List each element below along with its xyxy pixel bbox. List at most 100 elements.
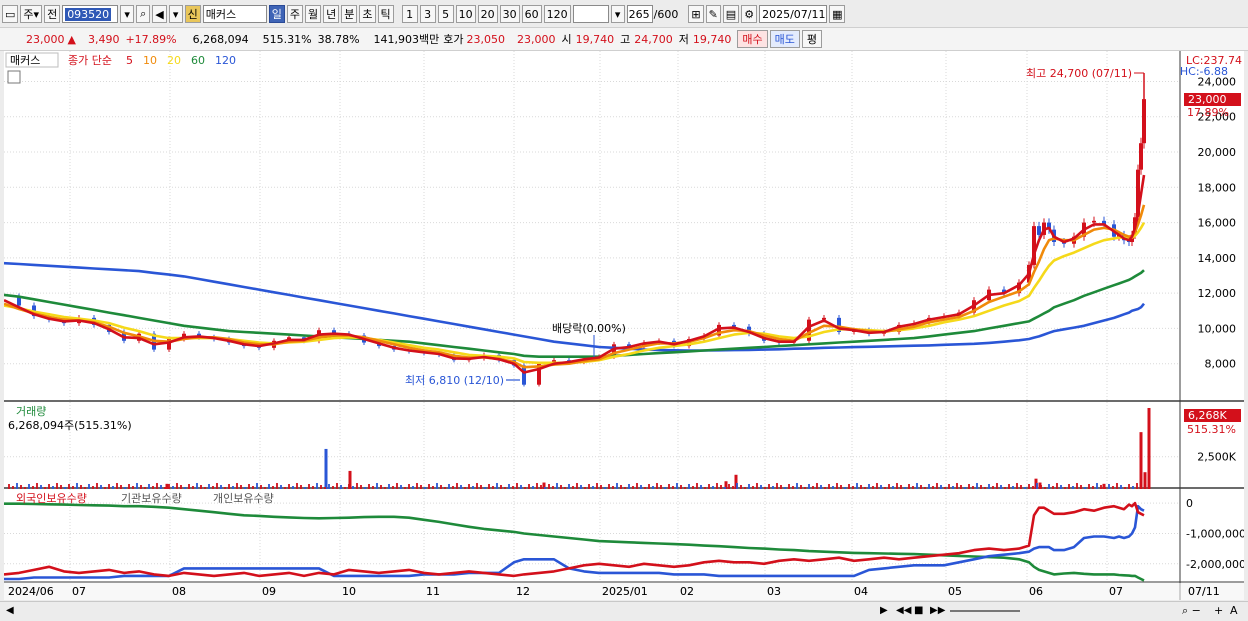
volume-bar-small bbox=[440, 485, 442, 489]
volume-bar-small bbox=[84, 487, 86, 489]
interval-60[interactable]: 60 bbox=[521, 5, 542, 23]
volume-bar bbox=[1147, 407, 1151, 489]
volume-bar-small bbox=[116, 483, 118, 489]
quote-bar: 23,000 ▲ 3,490 +17.89% 6,268,094 515.31%… bbox=[0, 27, 1248, 51]
volume-bar-small bbox=[480, 485, 482, 489]
volume-bar-small bbox=[100, 485, 102, 489]
chevron-down-icon[interactable]: ▾ bbox=[168, 5, 183, 23]
interval-20[interactable]: 20 bbox=[477, 5, 498, 23]
zoom-out-icon[interactable]: ⌕ − bbox=[1182, 604, 1201, 618]
volume-bar-small bbox=[732, 486, 734, 489]
date-input[interactable]: 2025/07/11 bbox=[759, 5, 828, 23]
period-month[interactable]: 월 bbox=[305, 5, 322, 23]
volume-bar-small bbox=[700, 485, 702, 489]
interval-10[interactable]: 10 bbox=[455, 5, 476, 23]
volume-bar-small bbox=[272, 486, 274, 489]
volume-bar-small bbox=[384, 487, 386, 489]
volume-bar-small bbox=[448, 484, 450, 489]
interval-120[interactable]: 120 bbox=[543, 5, 571, 23]
new-badge: 신 bbox=[184, 5, 201, 23]
flat-button[interactable]: 평 bbox=[801, 30, 823, 48]
draw-tool-icon[interactable]: ✎ bbox=[705, 5, 721, 23]
interval-30[interactable]: 30 bbox=[499, 5, 520, 23]
x-tick-label: 11 bbox=[426, 585, 440, 598]
volume-bar-small bbox=[380, 485, 382, 489]
scroll-right-icon[interactable]: ▶ bbox=[880, 605, 888, 616]
mode-select[interactable]: 주 ▾ bbox=[20, 5, 43, 23]
volume-bar-small bbox=[1020, 485, 1022, 489]
open: 19,740 bbox=[575, 32, 615, 46]
x-tick-label: 2025/01 bbox=[602, 585, 648, 598]
buy-button[interactable]: 매수 bbox=[737, 30, 768, 48]
volume-bar-small bbox=[808, 484, 810, 489]
candle-settings-icon[interactable]: ⊞ bbox=[688, 5, 704, 23]
volume-bar-small bbox=[864, 487, 866, 489]
interval-3[interactable]: 3 bbox=[419, 5, 436, 23]
period-year[interactable]: 년 bbox=[323, 5, 340, 23]
volume-bar-small bbox=[244, 487, 246, 489]
chevron-down-icon[interactable]: ▾ bbox=[610, 5, 625, 23]
volume-bar-small bbox=[468, 484, 470, 489]
grid-toggle-icon[interactable] bbox=[7, 70, 21, 84]
volume-tick-label: 2,500K bbox=[1197, 451, 1236, 464]
interval-1[interactable]: 1 bbox=[401, 5, 418, 23]
volume-bar-small bbox=[340, 485, 342, 489]
stop-icon[interactable]: ■ bbox=[914, 605, 923, 616]
sell-button[interactable]: 매도 bbox=[769, 30, 800, 48]
change-pct: +17.89% bbox=[125, 32, 177, 46]
rewind-icon[interactable]: ◀◀ bbox=[896, 605, 911, 616]
stock-code-input[interactable]: 093520 bbox=[62, 5, 119, 23]
period-week[interactable]: 주 bbox=[286, 5, 304, 23]
search-icon[interactable]: ⌕ bbox=[136, 5, 151, 23]
period-second[interactable]: 초 bbox=[359, 5, 376, 23]
count-input[interactable]: 265 bbox=[626, 5, 653, 23]
volume-bar-small bbox=[280, 485, 282, 489]
chart-scrollbar[interactable]: ◀ ▶ ◀◀ ■ ▶▶ ⌕ − + A bbox=[0, 601, 1248, 620]
period-tick[interactable]: 틱 bbox=[377, 5, 394, 23]
volume-value-label: 6,268,094주(515.31%) bbox=[8, 419, 132, 432]
volume-bar-small bbox=[216, 483, 218, 489]
volume-bar-small bbox=[684, 487, 686, 489]
volume-bar-small bbox=[628, 484, 630, 489]
fast-forward-icon[interactable]: ▶▶ bbox=[930, 605, 945, 616]
custom-interval-input[interactable] bbox=[572, 5, 609, 23]
auto-scale-icon[interactable]: A bbox=[1230, 604, 1238, 617]
price-tick-label: 8,000 bbox=[1205, 358, 1237, 371]
volume-bar-small bbox=[1056, 483, 1058, 489]
volume-bar-small bbox=[716, 483, 718, 489]
volume-bar-small bbox=[768, 484, 770, 489]
volume-bar-small bbox=[812, 486, 814, 489]
holdings-legend-1: 기관보유수량 bbox=[121, 492, 182, 505]
layout-icon[interactable]: ▭ bbox=[2, 5, 19, 23]
volume-bar-small bbox=[8, 484, 10, 489]
x-tick-label: 09 bbox=[262, 585, 276, 598]
gear-icon[interactable]: ⚙ bbox=[741, 5, 758, 23]
legend-stock-name: 매커스 bbox=[10, 54, 40, 67]
calendar-icon[interactable]: ▦ bbox=[829, 5, 846, 23]
stock-name-field[interactable]: 매커스 bbox=[202, 5, 267, 23]
interval-5[interactable]: 5 bbox=[437, 5, 454, 23]
stock-chart[interactable]: 최고 24,700 (07/11) 최저 6,810 (12/10) 배당락(0.0… bbox=[4, 51, 1244, 600]
period-minute[interactable]: 분 bbox=[341, 5, 358, 23]
trade-amount: 141,903백만 bbox=[373, 33, 440, 46]
volume-bar-small bbox=[184, 487, 186, 489]
volume-bar-small bbox=[636, 483, 638, 489]
volume-bar-small bbox=[1088, 484, 1090, 489]
volume-bar-small bbox=[880, 485, 882, 489]
volume-bar-small bbox=[316, 483, 318, 489]
candle-body bbox=[1037, 226, 1041, 235]
zoom-slider[interactable] bbox=[950, 610, 1020, 612]
period-day[interactable]: 일 bbox=[268, 5, 285, 23]
chevron-down-icon[interactable]: ▾ bbox=[120, 5, 135, 23]
prev-button[interactable]: 전 bbox=[44, 5, 61, 23]
price-tick-label: 10,000 bbox=[1198, 322, 1237, 335]
volume-bar-small bbox=[1140, 485, 1142, 489]
indicator-icon[interactable]: ▤ bbox=[722, 5, 740, 23]
zoom-in-icon[interactable]: + bbox=[1214, 604, 1223, 617]
scroll-left-icon[interactable]: ◀ bbox=[6, 605, 14, 616]
volume-bar-small bbox=[408, 484, 410, 489]
volume-bar-small bbox=[668, 484, 670, 489]
volume-bar-small bbox=[984, 487, 986, 489]
volume-bar-small bbox=[1008, 484, 1010, 489]
speaker-icon[interactable]: ◀ bbox=[152, 5, 167, 23]
